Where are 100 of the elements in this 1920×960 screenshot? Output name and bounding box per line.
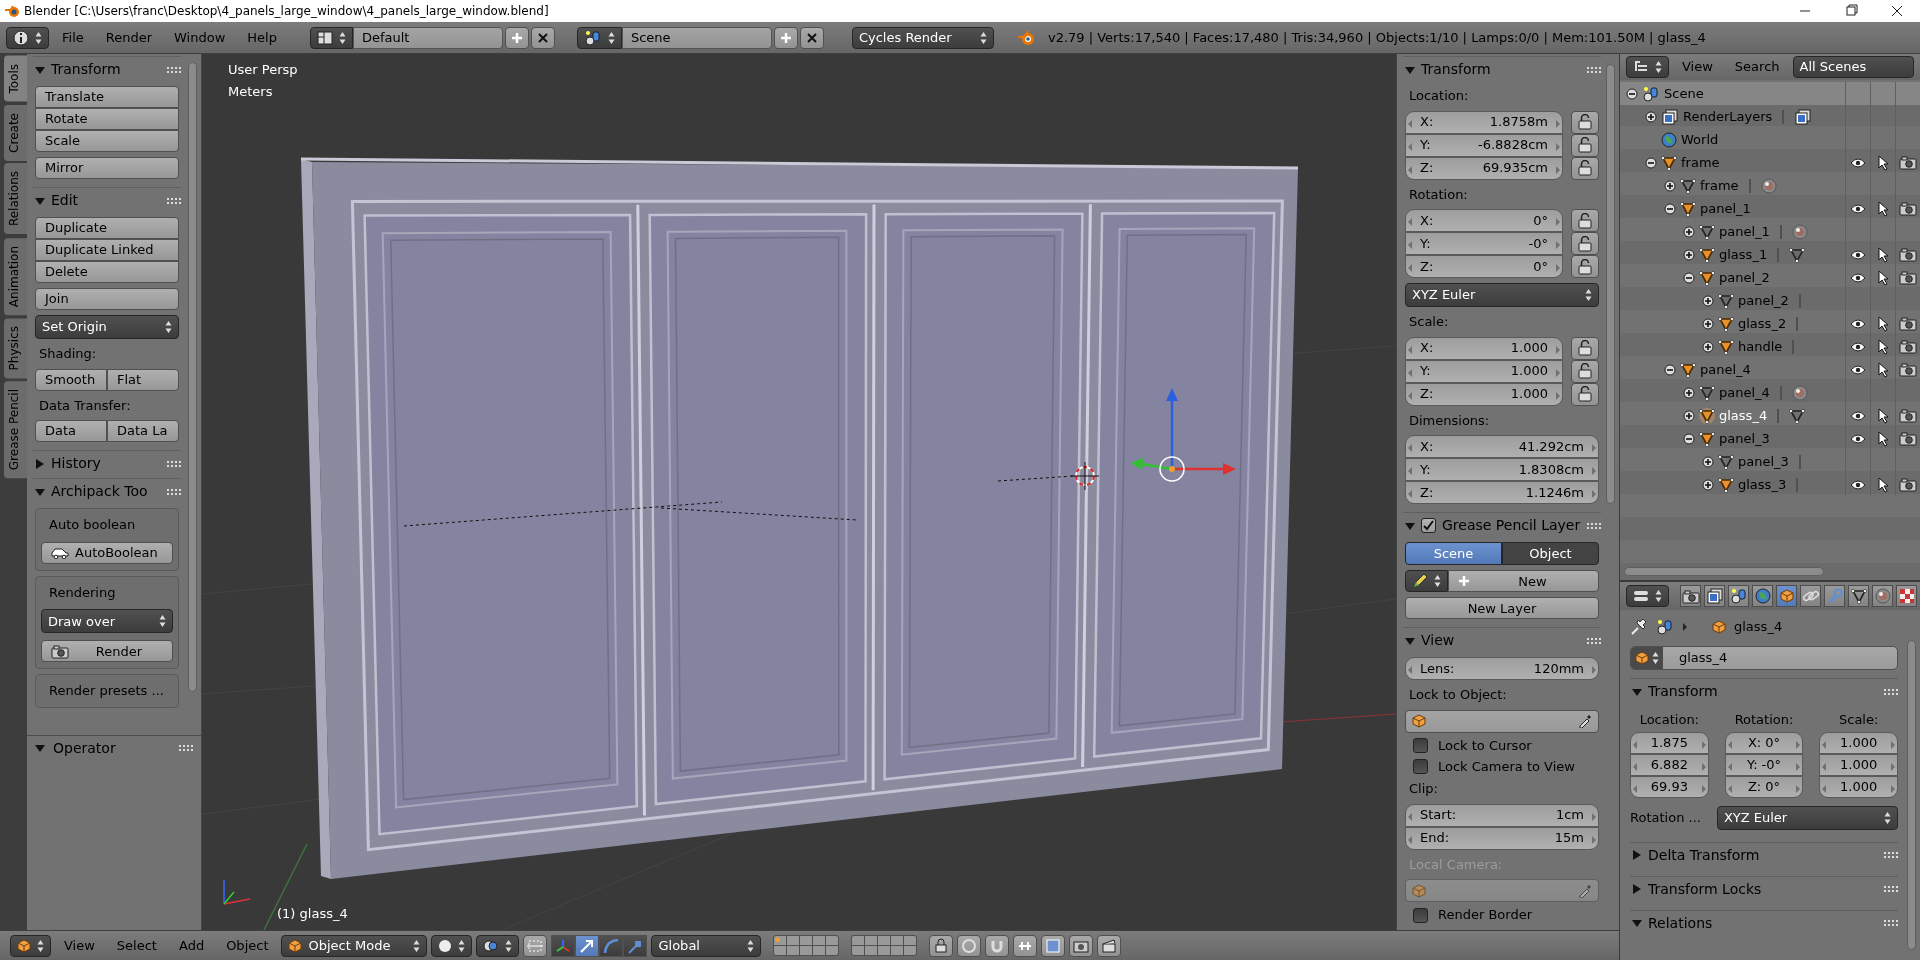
disclosure-triangle-icon[interactable] — [1405, 64, 1415, 75]
panel-header[interactable]: Relations — [1648, 914, 1878, 932]
new-button[interactable]: New — [1448, 570, 1599, 593]
tool-button[interactable]: Duplicate Linked — [35, 239, 179, 261]
menu-item[interactable]: View — [55, 937, 104, 954]
number-field[interactable]: X: 1.8758m — [1405, 110, 1563, 134]
expand-icon[interactable] — [1702, 478, 1714, 491]
lock-button[interactable] — [1571, 382, 1599, 406]
tool-button[interactable]: Rotate — [35, 108, 179, 130]
tool-button[interactable]: New Layer — [1405, 597, 1599, 620]
expand-icon[interactable] — [1683, 248, 1695, 261]
expand-icon[interactable] — [1702, 455, 1714, 468]
disclosure-triangle-icon[interactable] — [35, 64, 45, 75]
disclosure-triangle-icon[interactable] — [35, 458, 45, 469]
cursor-icon[interactable] — [1877, 430, 1889, 447]
expand-icon[interactable] — [1683, 409, 1695, 422]
panel-header[interactable]: Archipack Too — [51, 483, 161, 501]
cursor-icon[interactable] — [1877, 361, 1889, 378]
object-name-field[interactable]: glass_4 — [1630, 646, 1898, 670]
editor-type-button[interactable] — [1626, 56, 1669, 78]
add-button[interactable] — [773, 26, 798, 49]
object-field[interactable] — [1405, 709, 1599, 733]
cursor-icon[interactable] — [1877, 154, 1889, 171]
disclosure-triangle-icon[interactable] — [1632, 850, 1642, 861]
tree-item[interactable]: handle — [1738, 338, 1783, 355]
tool-button[interactable]: Smooth — [35, 368, 107, 391]
number-field[interactable]: 6.882 — [1630, 753, 1709, 776]
browse-button[interactable] — [576, 26, 622, 49]
tool-button[interactable]: Delete — [35, 261, 179, 283]
snap-button[interactable] — [523, 934, 548, 957]
menu-item[interactable]: Help — [238, 29, 286, 46]
number-field[interactable]: Z: 1.000 — [1405, 382, 1563, 406]
camera-icon[interactable] — [1899, 477, 1917, 492]
expand-icon[interactable] — [1702, 294, 1714, 307]
tool-button[interactable]: Flat — [107, 368, 179, 391]
panel-header[interactable]: Transform — [51, 61, 161, 78]
browse-button[interactable] — [1405, 570, 1448, 593]
eye-icon[interactable] — [1850, 479, 1866, 490]
number-field[interactable]: End: 15m — [1405, 826, 1599, 850]
context-tab[interactable] — [1728, 585, 1749, 607]
tree-item[interactable]: panel_3 — [1719, 430, 1770, 447]
tree-item[interactable]: panel_2 — [1738, 292, 1789, 309]
manipulator-button[interactable] — [623, 934, 648, 957]
number-field[interactable]: 1.875 — [1630, 731, 1709, 754]
cursor-icon[interactable] — [1877, 407, 1889, 424]
remove-button[interactable] — [530, 26, 555, 49]
collapse-icon[interactable] — [1683, 271, 1695, 284]
editor-type-button[interactable] — [10, 934, 51, 957]
tree-item[interactable]: panel_2 — [1719, 269, 1770, 286]
menu-item[interactable]: Render — [96, 29, 162, 46]
tool-button[interactable]: Data La — [107, 420, 179, 443]
panel-header[interactable]: Operator — [53, 740, 171, 757]
panel-header[interactable]: Transform — [1648, 683, 1878, 700]
number-field[interactable]: X: 0° — [1405, 209, 1563, 233]
disclosure-triangle-icon[interactable] — [35, 743, 45, 754]
toolbar-button[interactable] — [1041, 934, 1066, 957]
context-tab[interactable] — [1704, 585, 1725, 607]
camera-icon[interactable] — [1899, 247, 1917, 262]
scrollbar[interactable] — [188, 62, 197, 692]
camera-icon[interactable] — [1899, 270, 1917, 285]
lock-button[interactable] — [1571, 209, 1599, 233]
panel-header[interactable]: Delta Transform — [1648, 846, 1878, 864]
panel-header[interactable]: Edit — [51, 192, 161, 209]
number-field[interactable]: X: 0° — [1724, 731, 1804, 754]
camera-icon[interactable] — [1899, 155, 1917, 170]
dropdown[interactable]: XYZ Euler — [1405, 283, 1599, 308]
context-tab[interactable] — [1680, 585, 1701, 607]
disclosure-triangle-icon[interactable] — [1632, 686, 1642, 697]
tree-item[interactable]: glass_3 — [1738, 476, 1787, 493]
dropdown[interactable]: Set Origin — [35, 315, 179, 339]
number-field[interactable]: 1.000 — [1819, 731, 1898, 754]
checkbox[interactable] — [1413, 738, 1428, 754]
tab[interactable]: Object — [1502, 542, 1599, 566]
cursor-icon[interactable] — [1877, 200, 1889, 217]
context-tab[interactable] — [1800, 585, 1821, 607]
tool-button[interactable]: Scale — [35, 130, 179, 152]
toolbar-button[interactable] — [957, 934, 982, 957]
tree-item[interactable]: glass_2 — [1738, 315, 1787, 332]
tab[interactable]: Create — [4, 104, 27, 161]
tab[interactable]: Animation — [4, 237, 27, 315]
cursor-icon[interactable] — [1877, 338, 1889, 355]
toolbar-button[interactable] — [1069, 934, 1094, 957]
number-field[interactable]: 1.000 — [1819, 753, 1898, 776]
menu-item[interactable]: Add — [169, 937, 214, 954]
shading-dropdown[interactable] — [431, 934, 473, 957]
checkbox[interactable] — [1413, 907, 1428, 923]
menu-item[interactable]: Select — [107, 937, 166, 954]
tree-item[interactable]: RenderLayers — [1683, 108, 1773, 125]
tool-button[interactable]: Mirror — [35, 157, 179, 179]
pivot-dropdown[interactable] — [476, 934, 520, 957]
3d-cursor-icon[interactable] — [1070, 461, 1100, 491]
toolbar-button[interactable] — [929, 934, 954, 957]
camera-icon[interactable] — [1899, 431, 1917, 446]
lock-button[interactable] — [1571, 255, 1599, 279]
disclosure-triangle-icon[interactable] — [1632, 884, 1642, 895]
lock-button[interactable] — [1571, 336, 1599, 360]
tab[interactable]: Physics — [4, 317, 27, 379]
number-field[interactable]: Lens: 120mm — [1405, 657, 1599, 681]
eye-icon[interactable] — [1850, 249, 1866, 260]
toolbar-button[interactable] — [1013, 934, 1038, 957]
